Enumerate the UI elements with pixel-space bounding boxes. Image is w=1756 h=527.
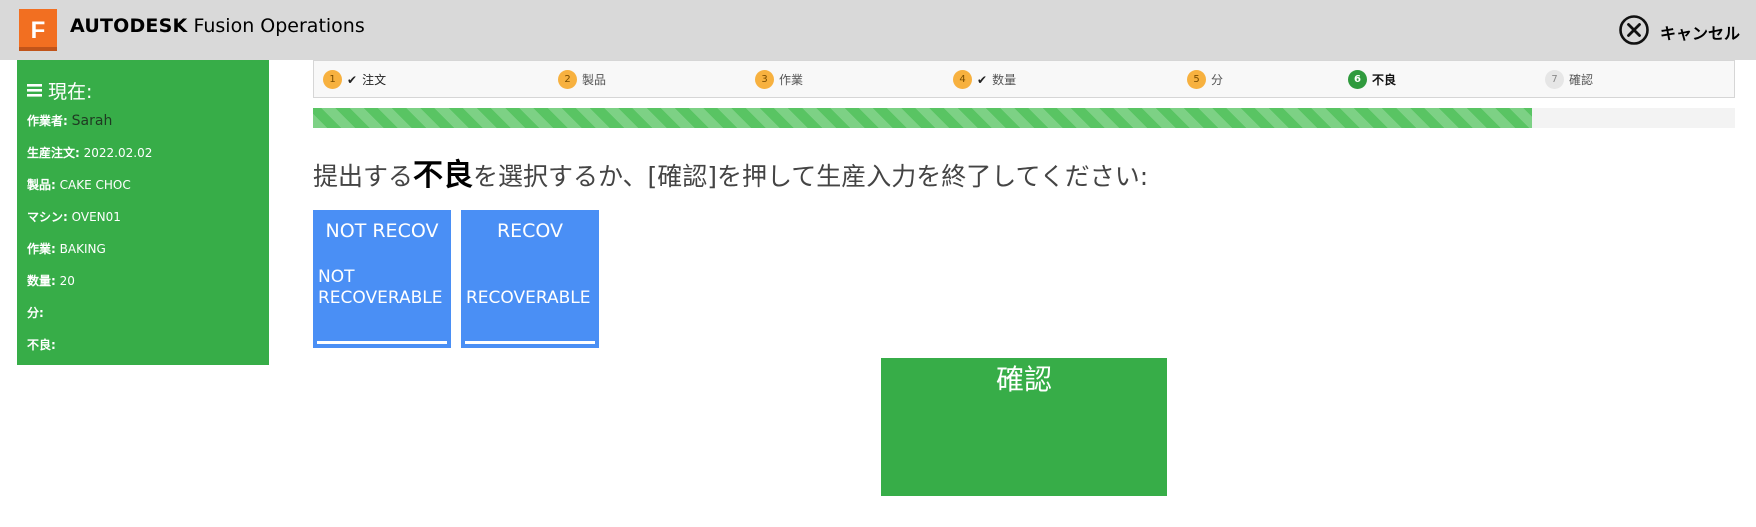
option-underline [465,341,595,344]
quantity-value: 20 [59,274,75,288]
step-defect[interactable]: 6 不良 [1348,70,1396,89]
progress-fill [313,108,1532,128]
check-icon: ✔ [977,72,988,87]
production-order-value: 2022.02.02 [83,146,153,160]
info-product: 製品: CAKE CHOC [27,178,131,192]
info-quantity: 数量: 20 [27,274,75,288]
svg-text:F: F [31,17,46,44]
operator-value: Sarah [71,113,113,129]
option-name: RECOVERABLE [466,288,591,308]
machine-value: OVEN01 [71,210,121,224]
cancel-button[interactable]: キャンセル [1618,14,1740,50]
step-operation[interactable]: 3 作業 [755,70,803,89]
option-code: NOT RECOV [325,220,439,242]
brand-name: AUTODESK [70,15,188,37]
product-value: CAKE CHOC [59,178,131,192]
wizard-progress-bar [313,108,1735,128]
top-bar: F AUTODESK Fusion Operations キャンセル [0,0,1756,60]
step-product[interactable]: 2 製品 [558,70,606,89]
panel-title-label: 現在: [48,81,93,103]
info-defect: 不良: [27,338,56,352]
check-icon: ✔ [347,72,358,87]
panel-title: 現在: [27,77,259,104]
option-underline [317,341,447,344]
operation-value: BAKING [59,242,106,256]
close-circle-icon [1618,14,1650,50]
info-machine: マシン: OVEN01 [27,210,121,224]
cancel-label: キャンセル [1659,24,1740,43]
option-code: RECOV [496,220,564,242]
info-operation: 作業: BAKING [27,242,106,256]
fusion-logo-icon: F [17,9,59,51]
info-minutes: 分: [27,306,44,320]
option-name: NOT RECOVERABLE [318,267,443,308]
step-minutes[interactable]: 5 分 [1187,70,1223,89]
step-order[interactable]: 1 ✔ 注文 [323,70,386,89]
info-operator: 作業者: Sarah [27,113,113,129]
defect-option-not-recoverable[interactable]: NOT RECOV NOT RECOVERABLE [313,210,451,348]
defect-option-recoverable[interactable]: RECOV RECOVERABLE [461,210,599,348]
step-quantity[interactable]: 4 ✔ 数量 [953,70,1016,89]
current-info-panel: 現在: 作業者: Sarah 生産注文: 2022.02.02 製品: CAKE… [17,60,269,365]
confirm-button[interactable]: 確認 [881,358,1167,496]
menu-icon [27,80,42,102]
product-name: Fusion Operations [193,15,365,37]
step-confirm[interactable]: 7 確認 [1545,70,1593,89]
instruction-text: 提出する不良を選択するか、[確認]を押して生産入力を終了してください: [313,158,1149,193]
info-production-order: 生産注文: 2022.02.02 [27,146,153,160]
app-title: AUTODESK Fusion Operations [70,15,365,37]
wizard-stepper: 1 ✔ 注文 2 製品 3 作業 4 ✔ 数量 5 分 6 不良 7 確認 [313,60,1735,98]
